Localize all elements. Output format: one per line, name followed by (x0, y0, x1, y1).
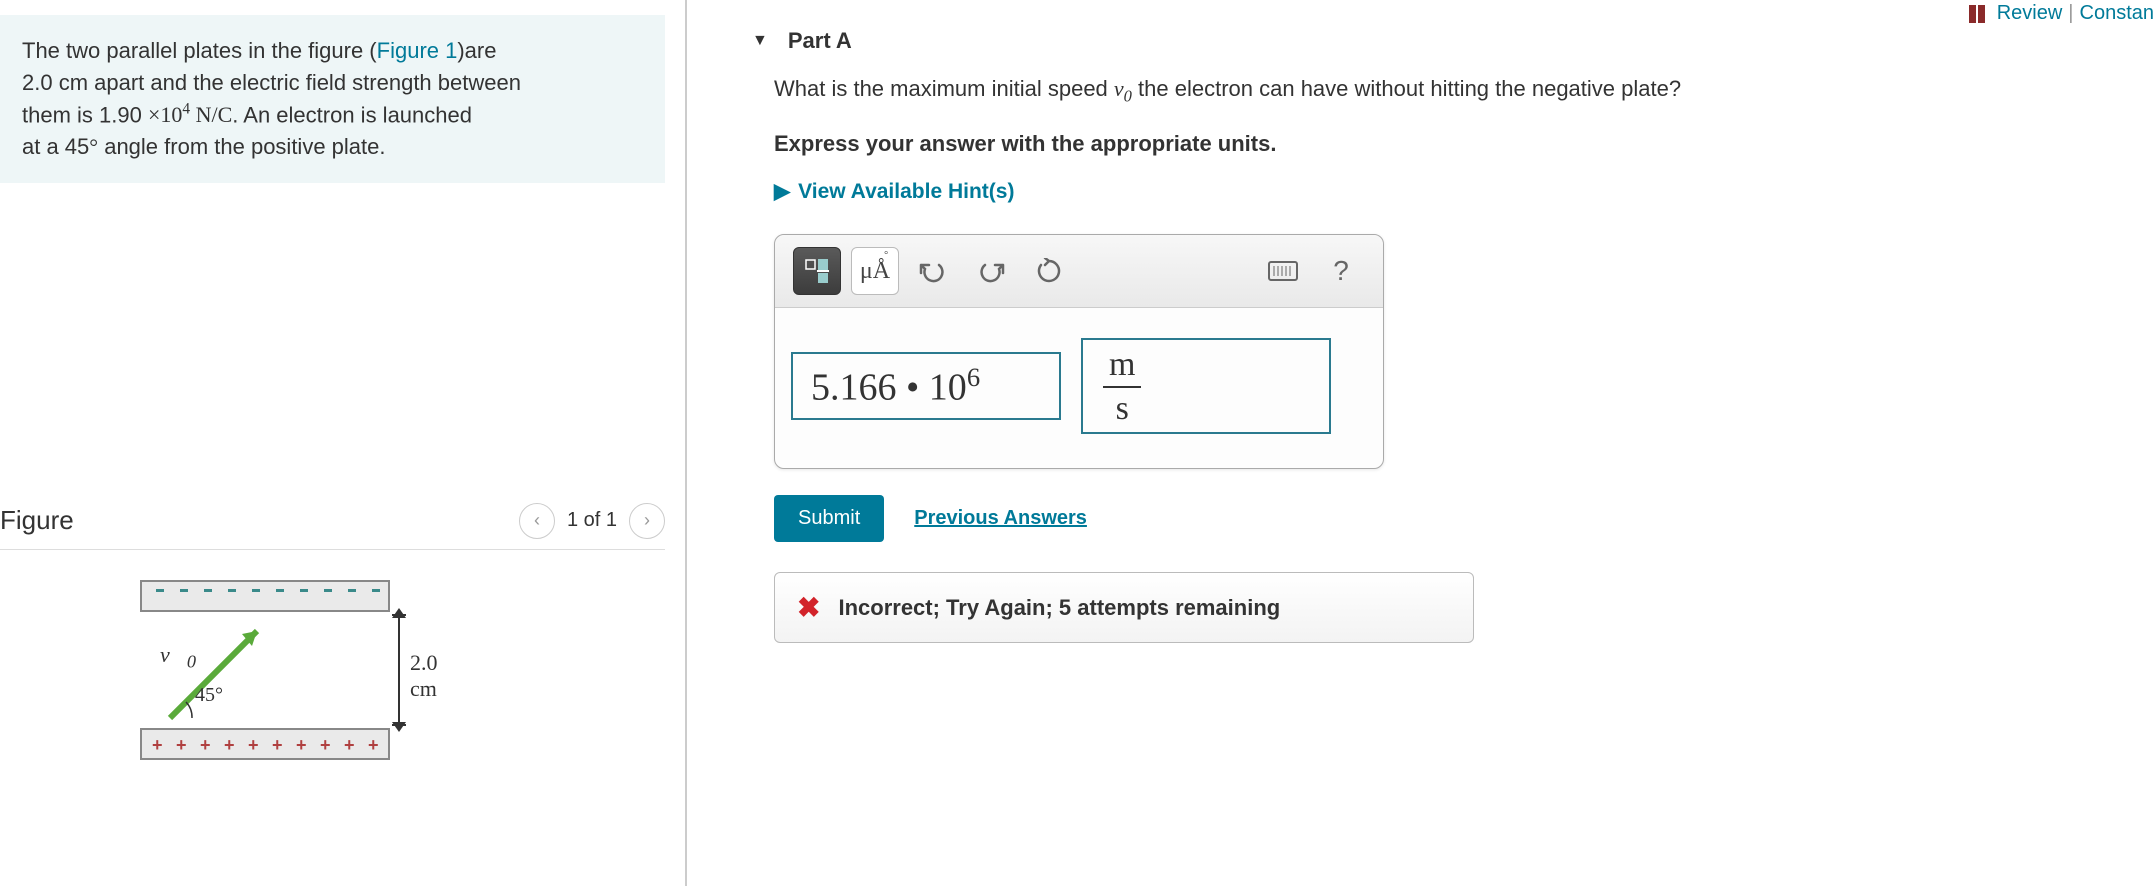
problem-text: 2.0 cm apart and the electric field stre… (22, 70, 521, 95)
incorrect-icon: ✖ (797, 591, 820, 624)
angle-deg: ° (89, 134, 98, 159)
reset-icon (1036, 258, 1062, 284)
answer-instruction: Express your answer with the appropriate… (774, 131, 2154, 157)
feedback-text: Incorrect; Try Again; 5 attempts remaini… (838, 595, 1280, 621)
problem-statement: The two parallel plates in the figure (F… (0, 15, 665, 183)
figure-title: Figure (0, 505, 74, 536)
review-icon (1969, 5, 1985, 23)
redo-icon (977, 259, 1005, 283)
part-header[interactable]: ▼ Part A (732, 0, 2154, 72)
problem-text: The two parallel plates in the figure ( (22, 38, 377, 63)
problem-text: angle from the positive plate. (98, 134, 385, 159)
constants-link[interactable]: Constan (2080, 2, 2154, 25)
angle-label: 45° (195, 684, 223, 707)
undo-button[interactable] (909, 247, 957, 295)
question-text: What is the maximum initial speed v0 the… (774, 72, 2154, 109)
figure-prev-button[interactable]: ‹ (519, 503, 555, 539)
help-button[interactable]: ? (1317, 247, 1365, 295)
undo-icon (919, 259, 947, 283)
answer-value-input[interactable]: 5.166 • 106 (791, 352, 1061, 420)
fraction-template-icon (803, 257, 831, 285)
dimension-label: 2.0 cm (410, 650, 438, 702)
answer-units-input[interactable]: ms (1081, 338, 1331, 434)
answer-widget: μÅ° ? 5.166 • 106 (774, 234, 1384, 469)
problem-text: )are (457, 38, 496, 63)
view-hints-toggle[interactable]: ▶ View Available Hint(s) (774, 179, 2154, 204)
chevron-right-icon: ▶ (774, 179, 790, 204)
figure-link[interactable]: Figure 1 (377, 38, 458, 63)
chevron-down-icon: ▼ (752, 32, 768, 50)
part-title: Part A (788, 28, 852, 54)
hints-label: View Available Hint(s) (798, 180, 1014, 204)
problem-text: at a 45 (22, 134, 89, 159)
redo-button[interactable] (967, 247, 1015, 295)
previous-answers-link[interactable]: Previous Answers (914, 507, 1087, 530)
figure-pager-label: 1 of 1 (567, 509, 617, 532)
keyboard-icon (1268, 261, 1298, 281)
submit-button[interactable]: Submit (774, 495, 884, 542)
template-picker-button[interactable] (793, 247, 841, 295)
feedback-banner: ✖ Incorrect; Try Again; 5 attempts remai… (774, 572, 1474, 643)
reset-button[interactable] (1025, 247, 1073, 295)
figure-diagram: ++++++++++ v⃗0 45° 2.0 cm (0, 550, 665, 760)
problem-text: . An electron is launched (232, 102, 472, 127)
problem-text: them is 1.90 (22, 102, 148, 127)
keyboard-button[interactable] (1259, 247, 1307, 295)
velocity-label: v⃗0 (160, 642, 196, 672)
review-link[interactable]: Review (1997, 2, 2063, 25)
figure-next-button[interactable]: › (629, 503, 665, 539)
field-strength: ×104 N/C (148, 102, 232, 127)
units-button[interactable]: μÅ° (851, 247, 899, 295)
